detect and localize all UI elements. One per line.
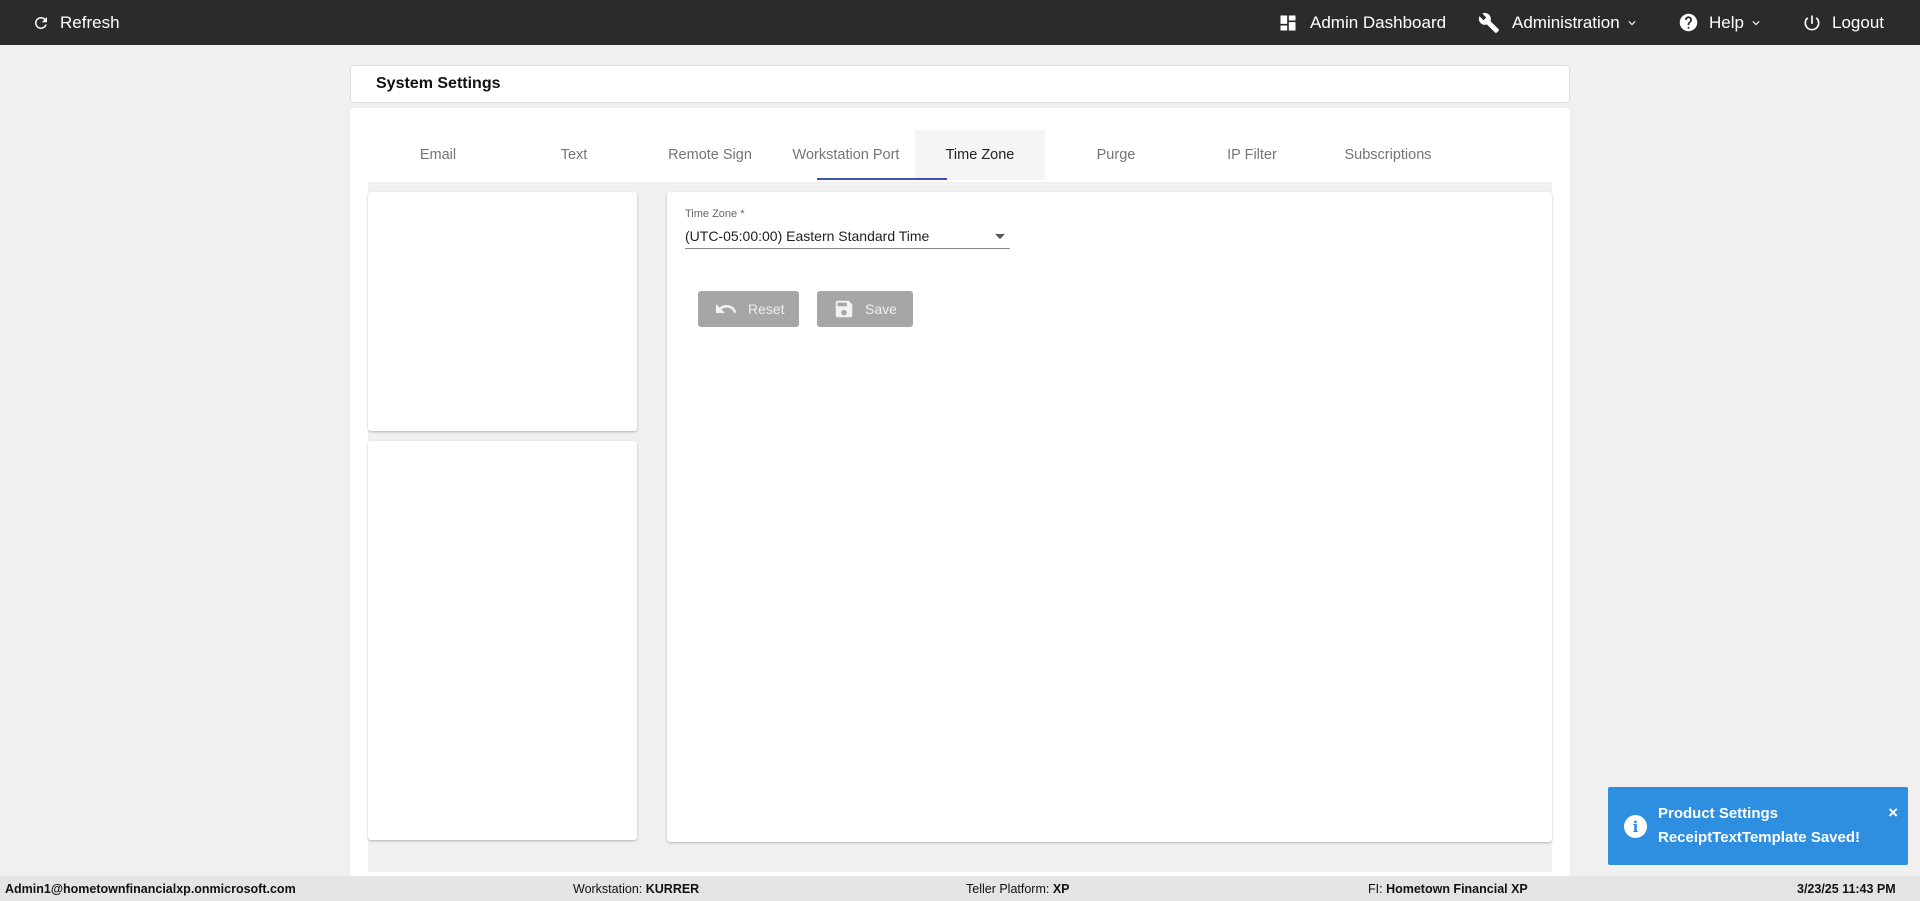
- tab-label: Subscriptions: [1344, 147, 1432, 163]
- info-icon: i: [1624, 815, 1647, 838]
- tab-ip-filter[interactable]: IP Filter: [1187, 130, 1317, 180]
- refresh-button[interactable]: Refresh: [32, 0, 120, 45]
- time-zone-label: Time Zone *: [685, 208, 745, 220]
- time-zone-field: Time Zone * (UTC-05:00:00) Eastern Stand…: [685, 208, 1010, 249]
- reset-button[interactable]: Reset: [698, 291, 799, 327]
- datetime-value: 3/23/25 11:43 PM: [1797, 881, 1896, 896]
- admin-dashboard-label: Admin Dashboard: [1310, 12, 1447, 32]
- chevron-down-icon: [1752, 20, 1760, 25]
- toast-message: ReceiptTextTemplate Saved!: [1658, 829, 1861, 846]
- tab-label: Text: [560, 147, 588, 163]
- page-title-card: System Settings: [350, 65, 1570, 103]
- workstation-label: Workstation:: [573, 881, 643, 896]
- tab-subscriptions[interactable]: Subscriptions: [1323, 130, 1453, 180]
- time-zone-select[interactable]: (UTC-05:00:00) Eastern Standard Time: [685, 224, 1010, 249]
- status-fi: FI: Hometown Financial XP: [1368, 876, 1528, 901]
- refresh-icon: [34, 16, 47, 29]
- dashboard-icon: [1280, 15, 1296, 30]
- tab-label: Email: [419, 147, 457, 163]
- help-label: Help: [1709, 12, 1744, 32]
- left-panel-bottom: [368, 441, 637, 840]
- time-zone-form: Time Zone * (UTC-05:00:00) Eastern Stand…: [667, 192, 1552, 842]
- refresh-label: Refresh: [60, 12, 120, 32]
- tab-label: Remote Sign: [668, 147, 752, 163]
- tab-label: Workstation Port: [792, 147, 900, 163]
- workstation-value: KURRER: [645, 881, 700, 896]
- tab-time-zone[interactable]: Time Zone: [915, 130, 1045, 180]
- time-zone-value: (UTC-05:00:00) Eastern Standard Time: [685, 228, 930, 244]
- status-datetime: 3/23/25 11:43 PM: [1797, 876, 1896, 901]
- help-menu[interactable]: Help: [1678, 0, 1762, 45]
- dropdown-caret-icon: [995, 233, 1005, 239]
- save-disk-icon: [835, 300, 853, 318]
- settings-panel: Email Text Remote Sign Workstation Port …: [350, 108, 1570, 878]
- help-circle-icon: [1679, 13, 1698, 32]
- admin-dashboard-link[interactable]: Admin Dashboard: [1278, 0, 1446, 45]
- status-user: Admin1@hometownfinancialxp.onmicrosoft.c…: [5, 876, 296, 901]
- status-teller-platform: Teller Platform: XP: [966, 876, 1070, 901]
- save-button[interactable]: Save: [817, 291, 913, 327]
- status-bar: Admin1@hometownfinancialxp.onmicrosoft.c…: [0, 876, 1920, 901]
- toast-notification: i Product Settings ReceiptTextTemplate S…: [1608, 787, 1908, 865]
- administration-label: Administration: [1512, 12, 1620, 32]
- tab-label: Purge: [1096, 147, 1136, 163]
- teller-platform-label: Teller Platform:: [966, 881, 1050, 896]
- undo-icon: [716, 304, 737, 313]
- fi-value: Hometown Financial XP: [1386, 881, 1528, 896]
- save-label: Save: [865, 301, 897, 317]
- top-nav-bar: Refresh Admin Dashboard Administration H…: [0, 0, 1920, 45]
- tab-workstation-port[interactable]: Workstation Port: [781, 130, 911, 180]
- tab-label: IP Filter: [1227, 147, 1277, 163]
- close-icon[interactable]: ×: [1888, 803, 1898, 823]
- fi-label: FI:: [1368, 881, 1383, 896]
- user-email: Admin1@hometownfinancialxp.onmicrosoft.c…: [5, 881, 296, 896]
- power-icon: [1804, 15, 1820, 30]
- reset-label: Reset: [748, 301, 785, 317]
- page-title: System Settings: [376, 75, 501, 92]
- toast-title: Product Settings: [1658, 805, 1779, 822]
- logout-button[interactable]: Logout: [1802, 0, 1884, 45]
- logout-label: Logout: [1832, 12, 1884, 32]
- left-panel-top: [368, 192, 637, 431]
- chevron-down-icon: [1628, 20, 1636, 25]
- settings-tabs: Email Text Remote Sign Workstation Port …: [368, 130, 1552, 190]
- wrench-icon: [1478, 12, 1500, 33]
- status-workstation: Workstation: KURRER: [573, 876, 699, 901]
- tab-text[interactable]: Text: [509, 130, 639, 180]
- active-tab-indicator: [817, 178, 947, 180]
- administration-menu[interactable]: Administration: [1478, 0, 1638, 45]
- tab-email[interactable]: Email: [373, 130, 503, 180]
- tab-content: Time Zone * (UTC-05:00:00) Eastern Stand…: [368, 182, 1552, 872]
- tab-label: Time Zone: [945, 147, 1015, 163]
- teller-platform-value: XP: [1052, 881, 1070, 896]
- tab-purge[interactable]: Purge: [1051, 130, 1181, 180]
- tab-remote-sign[interactable]: Remote Sign: [645, 130, 775, 180]
